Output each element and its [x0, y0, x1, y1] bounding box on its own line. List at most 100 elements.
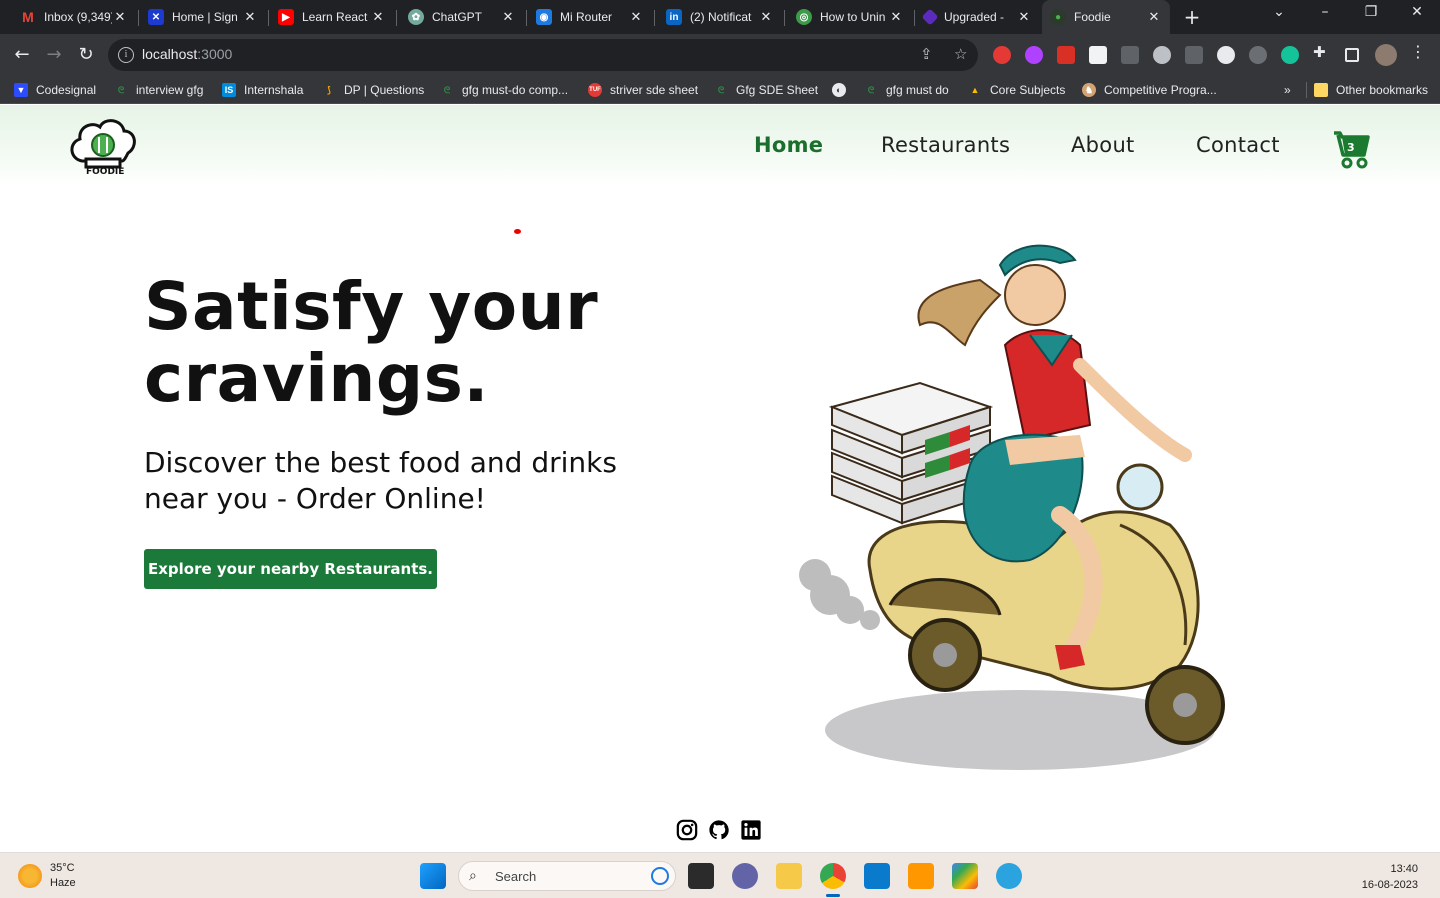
taskbar-search[interactable]: ⌕ Search	[458, 861, 676, 891]
nav-restaurants[interactable]: Restaurants	[881, 133, 1010, 157]
extension-icon[interactable]	[1121, 46, 1139, 64]
close-icon[interactable]: ✕	[500, 9, 516, 25]
system-clock[interactable]: 13:40 16-08-2023	[1362, 861, 1418, 893]
task-view-icon[interactable]	[688, 863, 714, 889]
teams-chat-icon[interactable]	[732, 863, 758, 889]
nav-contact[interactable]: Contact	[1196, 133, 1280, 157]
more-bookmarks-button[interactable]: »	[1284, 81, 1291, 99]
tab-gmail[interactable]: M Inbox (9,349) ✕	[12, 4, 136, 30]
bookmark-gfg-must-do[interactable]: ᘓ gfg must do	[864, 81, 949, 99]
avatar[interactable]	[1375, 44, 1397, 66]
youtube-icon: ▶	[278, 9, 294, 25]
bookmark-internshala[interactable]: IS Internshala	[222, 81, 303, 99]
extension-icon[interactable]	[1025, 46, 1043, 64]
file-explorer-icon[interactable]	[776, 863, 802, 889]
close-icon[interactable]: ✕	[112, 9, 128, 25]
bookmark-globe[interactable]: ◐	[832, 81, 854, 99]
extension-icon[interactable]	[1153, 46, 1171, 64]
extension-icon[interactable]	[993, 46, 1011, 64]
tab-mi-router[interactable]: ◉ Mi Router ✕	[528, 4, 652, 30]
explore-restaurants-button[interactable]: Explore your nearby Restaurants.	[144, 549, 437, 589]
bookmark-gfg-must-do-comp[interactable]: ᘓ gfg must-do comp...	[440, 81, 568, 99]
weather-condition: Haze	[50, 877, 76, 889]
chrome-icon[interactable]	[820, 863, 846, 889]
google-drive-icon: ▲	[970, 85, 980, 95]
new-tab-button[interactable]: +	[1180, 6, 1204, 28]
bookmark-codesignal[interactable]: ▼ Codesignal	[14, 81, 96, 99]
back-button[interactable]: ←	[10, 43, 34, 67]
bookmark-interview-gfg[interactable]: ᘓ interview gfg	[114, 81, 204, 99]
info-icon[interactable]: i	[118, 47, 134, 63]
tab-title: (2) Notificat	[690, 10, 752, 24]
extension-icon[interactable]	[1217, 46, 1235, 64]
forward-button[interactable]: →	[42, 43, 66, 67]
bookmark-striver-sde-sheet[interactable]: TUF striver sde sheet	[588, 81, 698, 99]
minimize-button[interactable]: –	[1310, 4, 1340, 20]
grammarly-icon[interactable]	[1281, 46, 1299, 64]
close-icon[interactable]: ✕	[370, 9, 386, 25]
tab-title: Learn React	[302, 10, 368, 24]
close-icon[interactable]: ✕	[628, 9, 644, 25]
browser-tab-strip: M Inbox (9,349) ✕ ✕ Home | Sign ✕ ▶ Lear…	[0, 0, 1440, 34]
close-icon[interactable]: ✕	[1146, 9, 1162, 25]
site-header: FOODIE Home Restaurants About Contact 3	[0, 105, 1440, 185]
tab-upgraded[interactable]: Upgraded - ✕	[916, 4, 1040, 30]
app-icon[interactable]	[952, 863, 978, 889]
telegram-icon[interactable]	[996, 863, 1022, 889]
share-icon[interactable]: ⇪	[920, 45, 933, 63]
close-icon[interactable]: ✕	[758, 9, 774, 25]
extension-icon[interactable]	[1185, 46, 1203, 64]
site-icon: ◎	[796, 9, 812, 25]
windows-start-icon[interactable]	[420, 863, 446, 889]
extension-icon[interactable]	[1057, 46, 1075, 64]
tab-title: Inbox (9,349)	[44, 10, 112, 24]
browser-toolbar: ← → ↻ i localhost:3000 ⇪ ☆ ✚ ⋮	[0, 34, 1440, 76]
tab-chatgpt[interactable]: ✿ ChatGPT ✕	[400, 4, 524, 30]
extension-icon[interactable]	[1089, 46, 1107, 64]
tab-home-sign[interactable]: ✕ Home | Sign ✕	[140, 4, 266, 30]
restore-button[interactable]: ❐	[1356, 4, 1386, 20]
tab-title: Upgraded -	[944, 10, 1005, 24]
tab-title: Home | Sign	[172, 10, 238, 24]
bookmark-star-icon[interactable]: ☆	[954, 45, 967, 63]
nav-about[interactable]: About	[1071, 133, 1135, 157]
nav-home[interactable]: Home	[754, 133, 823, 157]
other-bookmarks-folder[interactable]: Other bookmarks	[1314, 81, 1428, 99]
leetcode-icon: ⟆	[327, 84, 331, 95]
bookmark-core-subjects[interactable]: ▲ Core Subjects	[968, 81, 1066, 99]
close-icon[interactable]: ✕	[888, 9, 904, 25]
folder-icon	[1314, 83, 1328, 97]
social-links	[676, 819, 762, 841]
weather-widget[interactable]: 35°C Haze	[18, 861, 76, 891]
menu-kebab-icon[interactable]: ⋮	[1410, 42, 1428, 61]
foodie-icon: ●	[1050, 9, 1066, 25]
tab-youtube[interactable]: ▶ Learn React ✕	[270, 4, 394, 30]
tab-foodie[interactable]: ● Foodie ✕	[1042, 0, 1170, 34]
tab-how-to-uninstall[interactable]: ◎ How to Unin ✕	[788, 4, 912, 30]
close-icon[interactable]: ✕	[242, 9, 258, 25]
gfg-icon: ᘓ	[443, 84, 451, 95]
sublime-text-icon[interactable]	[908, 863, 934, 889]
url-text[interactable]: localhost:3000	[142, 46, 232, 62]
weather-temperature: 35°C	[50, 862, 75, 874]
github-icon[interactable]	[708, 819, 730, 841]
bing-icon[interactable]	[651, 867, 669, 885]
tab-title: Mi Router	[560, 10, 613, 24]
bookmark-competitive-programming[interactable]: ♞ Competitive Progra...	[1082, 81, 1217, 99]
close-window-button[interactable]: ✕	[1402, 4, 1432, 20]
vscode-icon[interactable]	[864, 863, 890, 889]
side-panel-icon[interactable]	[1345, 48, 1359, 62]
wifi-icon: ◉	[536, 9, 552, 25]
tab-search-icon[interactable]: ⌄	[1264, 4, 1294, 20]
linkedin-icon[interactable]	[740, 819, 762, 841]
bookmark-dp-questions[interactable]: ⟆ DP | Questions	[322, 81, 424, 99]
clock-date: 16-08-2023	[1361, 879, 1418, 891]
bookmark-gfg-sde-sheet[interactable]: ᘓ Gfg SDE Sheet	[714, 81, 818, 99]
instagram-icon[interactable]	[676, 819, 698, 841]
extensions-puzzle-icon[interactable]: ✚	[1313, 43, 1331, 61]
reload-button[interactable]: ↻	[74, 43, 98, 67]
tab-linkedin[interactable]: in (2) Notificat ✕	[658, 4, 782, 30]
close-icon[interactable]: ✕	[1016, 9, 1032, 25]
extension-icon[interactable]	[1249, 46, 1267, 64]
address-bar[interactable]: i localhost:3000 ⇪ ☆	[108, 39, 978, 71]
